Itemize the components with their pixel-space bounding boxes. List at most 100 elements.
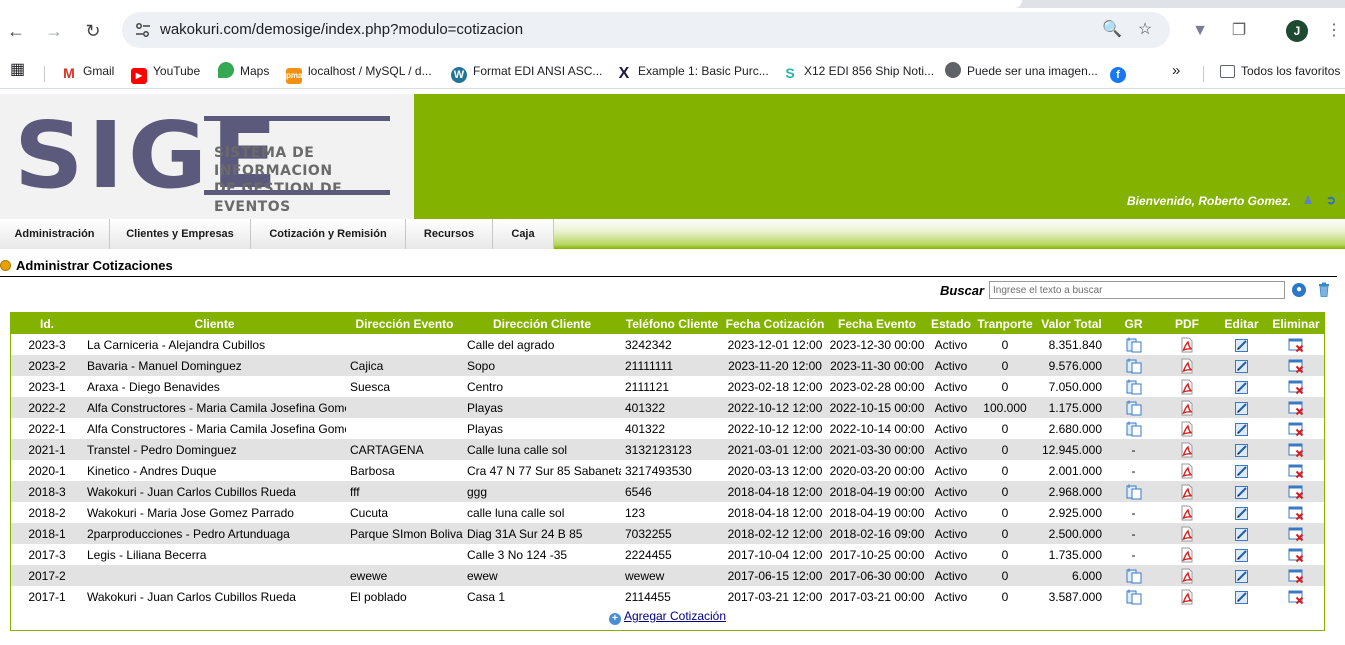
bookmark-puede[interactable]: Puede ser una imagen... bbox=[945, 62, 1098, 80]
extensions-puzzle-icon[interactable]: ❐ bbox=[1229, 21, 1249, 41]
gr-icon[interactable] bbox=[1108, 418, 1159, 439]
profile-avatar[interactable]: J bbox=[1286, 20, 1308, 42]
gr-icon[interactable] bbox=[1108, 334, 1159, 355]
clear-trash-icon[interactable] bbox=[1318, 282, 1330, 297]
table-row[interactable]: 2023-2 Bavaria - Manuel Dominguez Cajica So… bbox=[11, 355, 1324, 376]
back-arrow-icon[interactable]: ← bbox=[5, 20, 27, 42]
edit-icon[interactable] bbox=[1215, 439, 1268, 460]
delete-icon[interactable] bbox=[1268, 565, 1324, 586]
col-direccion-cliente[interactable]: Dirección Cliente bbox=[463, 313, 621, 334]
edit-icon[interactable] bbox=[1215, 334, 1268, 355]
gr-icon[interactable] bbox=[1108, 565, 1159, 586]
zoom-icon[interactable]: 🔍 bbox=[1102, 21, 1122, 39]
col-fecha-cotizacion[interactable]: Fecha Cotización bbox=[723, 313, 827, 334]
pdf-icon[interactable] bbox=[1159, 355, 1215, 376]
pdf-icon[interactable] bbox=[1159, 544, 1215, 565]
pdf-icon[interactable] bbox=[1159, 376, 1215, 397]
table-row[interactable]: 2020-1 Kinetico - Andres Duque Barbosa Cra … bbox=[11, 460, 1324, 481]
bookmark-youtube[interactable]: ▶ YouTube bbox=[131, 62, 200, 84]
bookmark-all-folder[interactable]: Todos los favoritos bbox=[1220, 62, 1340, 80]
table-row[interactable]: 2023-1 Araxa - Diego Benavides Suesca Centr… bbox=[11, 376, 1324, 397]
delete-icon[interactable] bbox=[1268, 376, 1324, 397]
apps-grid-icon[interactable]: ▦ bbox=[10, 61, 25, 79]
search-go-icon[interactable]: ● bbox=[1292, 283, 1306, 297]
delete-icon[interactable] bbox=[1268, 481, 1324, 502]
edit-icon[interactable] bbox=[1215, 565, 1268, 586]
delete-icon[interactable] bbox=[1268, 460, 1324, 481]
pdf-icon[interactable] bbox=[1159, 481, 1215, 502]
pdf-icon[interactable] bbox=[1159, 439, 1215, 460]
table-row[interactable]: 2018-1 2parproducciones - Pedro Artunduag… bbox=[11, 523, 1324, 544]
site-settings-icon[interactable] bbox=[134, 21, 152, 39]
edit-icon[interactable] bbox=[1215, 460, 1268, 481]
delete-icon[interactable] bbox=[1268, 439, 1324, 460]
gr-icon[interactable] bbox=[1108, 481, 1159, 502]
pdf-icon[interactable] bbox=[1159, 502, 1215, 523]
delete-icon[interactable] bbox=[1268, 544, 1324, 565]
table-row[interactable]: 2021-1 Transtel - Pedro Dominguez CARTAGEN… bbox=[11, 439, 1324, 460]
edit-icon[interactable] bbox=[1215, 376, 1268, 397]
active-tab[interactable] bbox=[0, 0, 1022, 8]
delete-icon[interactable] bbox=[1268, 523, 1324, 544]
menu-recursos[interactable]: Recursos bbox=[406, 219, 493, 249]
pdf-icon[interactable] bbox=[1159, 523, 1215, 544]
table-row[interactable]: 2017-2 ewewe ewew wewew 2017-06-15 12:00 2017… bbox=[11, 565, 1324, 586]
col-valor-total[interactable]: Valor Total bbox=[1035, 313, 1108, 334]
pdf-icon[interactable] bbox=[1159, 397, 1215, 418]
add-cotizacion-link[interactable]: Agregar Cotización bbox=[624, 609, 726, 623]
url-text[interactable]: wakokuri.com/demosige/index.php?modulo=c… bbox=[160, 21, 523, 39]
search-input[interactable] bbox=[989, 281, 1285, 299]
col-id[interactable]: Id. bbox=[11, 313, 83, 334]
bookmarks-overflow[interactable]: » bbox=[1172, 62, 1180, 80]
col-transporte[interactable]: Tranporte bbox=[975, 313, 1035, 334]
delete-icon[interactable] bbox=[1268, 502, 1324, 523]
delete-icon[interactable] bbox=[1268, 586, 1324, 607]
pdf-icon[interactable] bbox=[1159, 418, 1215, 439]
delete-icon[interactable] bbox=[1268, 334, 1324, 355]
delete-icon[interactable] bbox=[1268, 397, 1324, 418]
reload-icon[interactable]: ↻ bbox=[82, 20, 104, 42]
edit-icon[interactable] bbox=[1215, 502, 1268, 523]
gr-icon[interactable] bbox=[1108, 355, 1159, 376]
col-estado[interactable]: Estado bbox=[927, 313, 975, 334]
edit-icon[interactable] bbox=[1215, 586, 1268, 607]
bookmark-x12[interactable]: S X12 EDI 856 Ship Noti... bbox=[782, 62, 934, 81]
delete-icon[interactable] bbox=[1268, 355, 1324, 376]
edit-icon[interactable] bbox=[1215, 544, 1268, 565]
pdf-icon[interactable] bbox=[1159, 586, 1215, 607]
address-bar[interactable]: wakokuri.com/demosige/index.php?modulo=c… bbox=[122, 12, 1170, 48]
add-plus-icon[interactable]: + bbox=[608, 613, 621, 625]
bookmark-phpmyadmin[interactable]: pma localhost / MySQL / d... bbox=[286, 62, 432, 84]
col-cliente[interactable]: Cliente bbox=[83, 313, 346, 334]
logout-icon[interactable]: ➲ bbox=[1324, 193, 1338, 207]
table-row[interactable]: 2017-1 Wakokuri - Juan Carlos Cubillos Ru… bbox=[11, 586, 1324, 607]
bookmark-gmail[interactable]: M Gmail bbox=[61, 62, 114, 81]
menu-cotizacion-remision[interactable]: Cotización y Remisión bbox=[251, 219, 406, 249]
col-fecha-evento[interactable]: Fecha Evento bbox=[827, 313, 927, 334]
delete-icon[interactable] bbox=[1268, 418, 1324, 439]
menu-caja[interactable]: Caja bbox=[493, 219, 554, 249]
bookmark-facebook[interactable]: f bbox=[1110, 62, 1132, 83]
edit-icon[interactable] bbox=[1215, 355, 1268, 376]
pdf-icon[interactable] bbox=[1159, 334, 1215, 355]
gr-icon[interactable] bbox=[1108, 586, 1159, 607]
extension-v-icon[interactable]: ▼ bbox=[1190, 21, 1210, 41]
bookmark-maps[interactable]: Maps bbox=[218, 62, 269, 80]
pdf-icon[interactable] bbox=[1159, 565, 1215, 586]
gr-icon[interactable] bbox=[1108, 397, 1159, 418]
logo[interactable]: SIGE SISTEMA DE INFORMACION DE GESTION DE… bbox=[0, 94, 414, 219]
table-row[interactable]: 2022-1 Alfa Constructores - Maria Camila … bbox=[11, 418, 1324, 439]
bookmark-example[interactable]: X Example 1: Basic Purc... bbox=[616, 62, 769, 82]
bookmark-format-edi[interactable]: W Format EDI ANSI ASC... bbox=[451, 62, 602, 83]
gr-icon[interactable] bbox=[1108, 376, 1159, 397]
menu-administracion[interactable]: Administración bbox=[0, 219, 110, 249]
table-row[interactable]: 2018-2 Wakokuri - Maria Jose Gomez Parrad… bbox=[11, 502, 1324, 523]
col-telefono[interactable]: Teléfono Cliente bbox=[621, 313, 723, 334]
edit-icon[interactable] bbox=[1215, 397, 1268, 418]
table-row[interactable]: 2017-3 Legis - Liliana Becerra Calle 3 No … bbox=[11, 544, 1324, 565]
pdf-icon[interactable] bbox=[1159, 460, 1215, 481]
menu-kebab-icon[interactable]: ⋮ bbox=[1324, 21, 1344, 41]
edit-icon[interactable] bbox=[1215, 523, 1268, 544]
col-direccion-evento[interactable]: Dirección Evento bbox=[346, 313, 463, 334]
table-row[interactable]: 2018-3 Wakokuri - Juan Carlos Cubillos Ru… bbox=[11, 481, 1324, 502]
